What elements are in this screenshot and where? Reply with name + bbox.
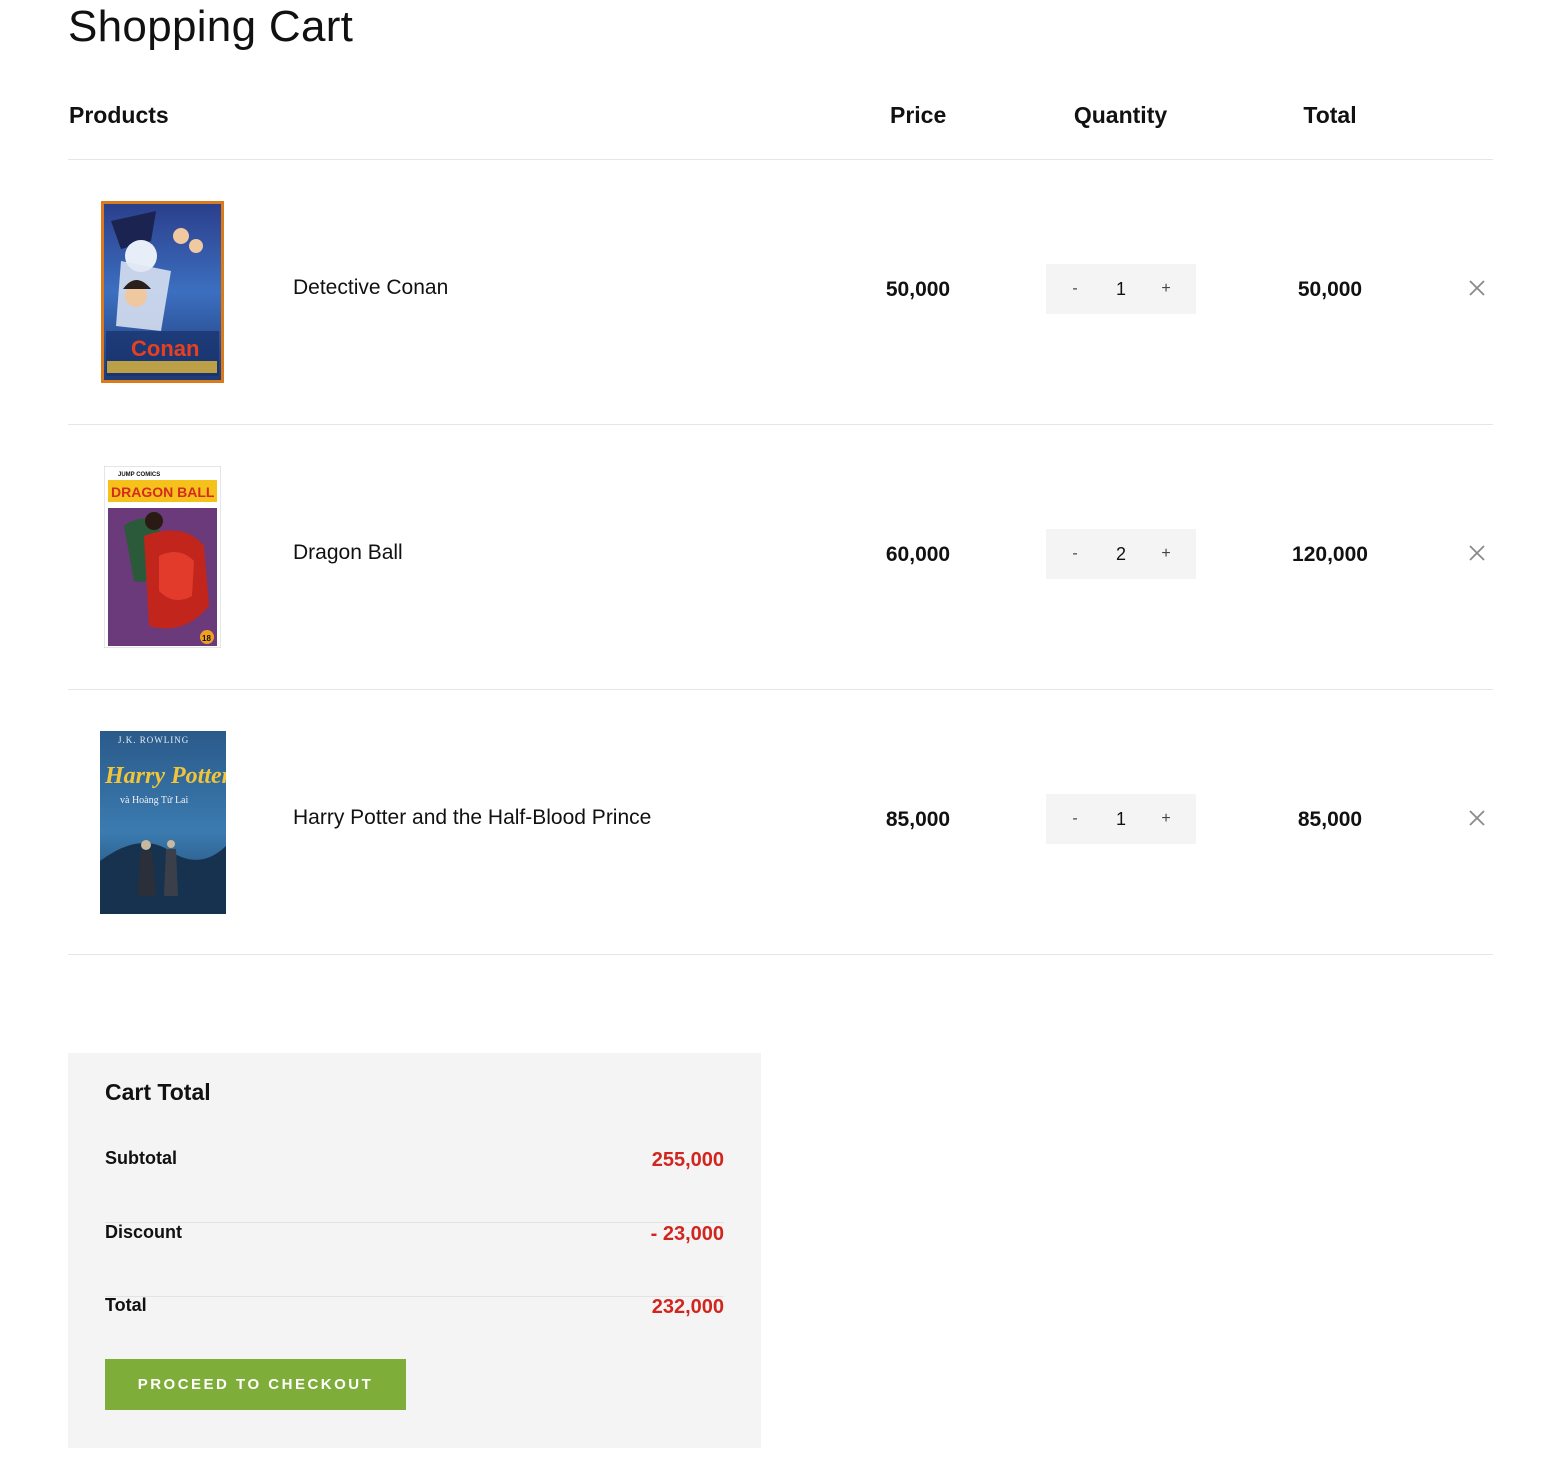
quantity-input[interactable] (1096, 529, 1146, 579)
increase-quantity-button[interactable]: + (1151, 529, 1181, 579)
product-price: 85,000 (885, 808, 951, 831)
product-price: 50,000 (885, 278, 951, 301)
cover-dragonball-title: DRAGON BALL (111, 484, 215, 500)
quantity-stepper: - + (1046, 794, 1196, 844)
cover-hp-title: Harry Potter (104, 763, 226, 789)
close-icon[interactable] (1466, 807, 1488, 829)
close-icon[interactable] (1466, 277, 1488, 299)
product-name: Detective Conan (293, 276, 449, 299)
total-label: Total (105, 1295, 147, 1315)
product-price: 60,000 (885, 543, 951, 566)
quantity-stepper: - + (1046, 529, 1196, 579)
subtotal-label: Subtotal (105, 1148, 177, 1168)
cover-hp-subtitle: và Hoàng Tử Lai (120, 795, 188, 806)
quantity-stepper: - + (1046, 264, 1196, 314)
cover-dragonball-brand: JUMP COMICS (118, 472, 160, 478)
proceed-to-checkout-button[interactable]: PROCEED TO CHECKOUT (105, 1359, 406, 1410)
product-image-conan: Conan (101, 201, 224, 383)
table-header: Products Price Quantity Total (68, 90, 1493, 160)
decrease-quantity-button[interactable]: - (1060, 264, 1090, 314)
increase-quantity-button[interactable]: + (1151, 794, 1181, 844)
cover-hp-author: J.K. ROWLING (118, 735, 189, 745)
cart-total-panel: Cart Total Subtotal 255,000 Discount - 2… (68, 1053, 761, 1448)
subtotal-row: Subtotal 255,000 (105, 1148, 724, 1223)
increase-quantity-button[interactable]: + (1151, 264, 1181, 314)
total-value: 232,000 (651, 1296, 724, 1318)
quantity-input[interactable] (1096, 794, 1146, 844)
subtotal-value: 255,000 (651, 1149, 724, 1171)
cover-dragonball-volume: 18 (202, 634, 211, 643)
cover-conan-text: Conan (131, 336, 199, 361)
line-total: 50,000 (1297, 278, 1363, 301)
product-name: Harry Potter and the Half-Blood Prince (293, 806, 652, 829)
cart-row: JUMP COMICS DRAGON BALL 18 Dragon Ball 6… (68, 425, 1493, 690)
cart-total-title: Cart Total (105, 1079, 211, 1105)
decrease-quantity-button[interactable]: - (1060, 529, 1090, 579)
line-total: 120,000 (1292, 543, 1368, 566)
cart-table: Products Price Quantity Total Conan Dete… (68, 90, 1493, 955)
line-total: 85,000 (1297, 808, 1363, 831)
header-products: Products (69, 102, 169, 128)
total-row: Total 232,000 (105, 1295, 724, 1369)
page-title: Shopping Cart (68, 2, 354, 51)
quantity-input[interactable] (1096, 264, 1146, 314)
decrease-quantity-button[interactable]: - (1060, 794, 1090, 844)
header-total: Total (1303, 102, 1357, 128)
product-image-harry-potter: J.K. ROWLING Harry Potter và Hoàng Tử La… (100, 731, 226, 914)
product-image-dragon-ball: JUMP COMICS DRAGON BALL 18 (104, 466, 221, 648)
cart-row: J.K. ROWLING Harry Potter và Hoàng Tử La… (68, 690, 1493, 955)
close-icon[interactable] (1466, 542, 1488, 564)
discount-value: - 23,000 (650, 1223, 724, 1245)
header-price: Price (890, 102, 947, 128)
product-name: Dragon Ball (293, 541, 403, 564)
discount-label: Discount (105, 1222, 183, 1242)
discount-row: Discount - 23,000 (105, 1222, 724, 1297)
header-quantity: Quantity (1073, 102, 1168, 128)
cart-row: Conan Detective Conan 50,000 - + 50,000 (68, 160, 1493, 425)
